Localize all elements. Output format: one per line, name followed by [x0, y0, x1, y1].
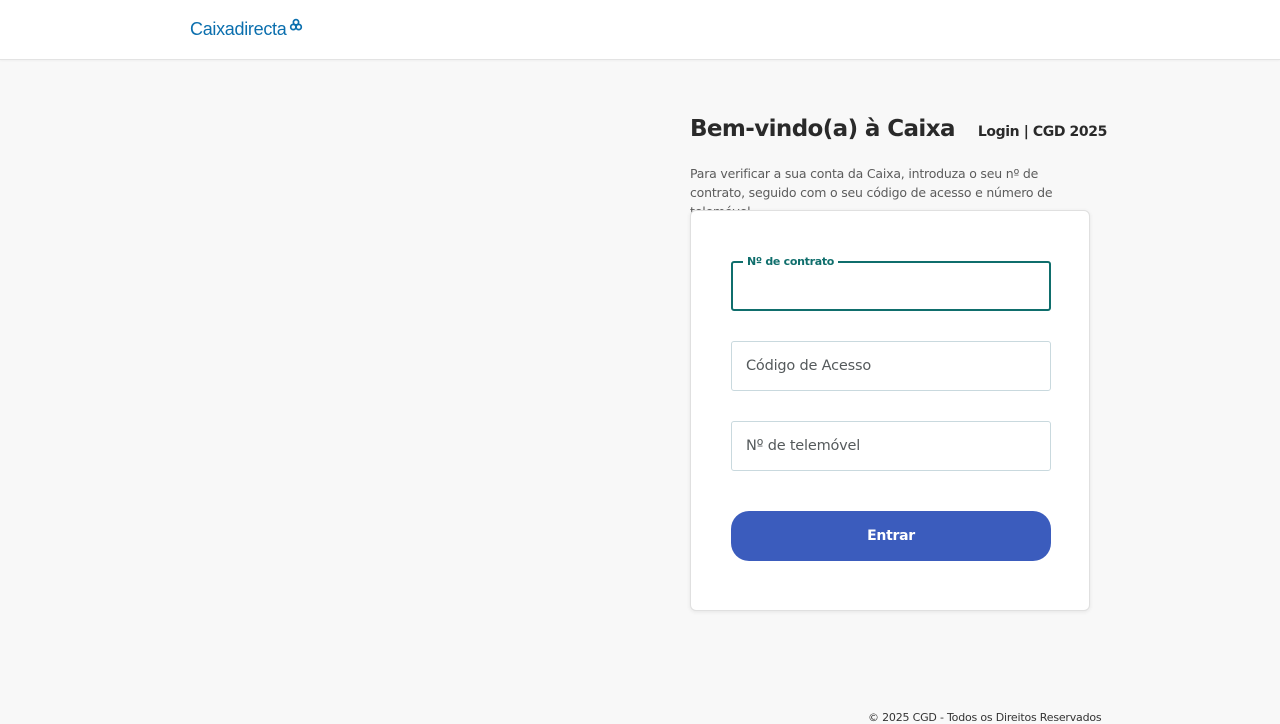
access-code-input[interactable]: [732, 342, 1050, 390]
contract-number-label: Nº de contrato: [743, 255, 839, 269]
top-header: Caixadirecta: [0, 0, 1280, 60]
phone-number-field: [731, 421, 1051, 471]
page-heading: Bem-vindo(a) à Caixa Login | CGD 2025: [690, 112, 1107, 146]
login-submit-button[interactable]: Entrar: [731, 511, 1051, 561]
footer-copyright: © 2025 CGD - Todos os Direitos Reservado…: [868, 711, 1102, 724]
caixa-logo-icon: [290, 18, 303, 31]
page-title: Bem-vindo(a) à Caixa: [690, 116, 955, 142]
welcome-section: Bem-vindo(a) à Caixa Login | CGD 2025 Pa…: [690, 112, 1107, 221]
page-subtitle: Login | CGD 2025: [977, 123, 1107, 140]
logo-text: Caixadirecta: [190, 19, 287, 39]
login-card: Nº de contrato Entrar: [690, 210, 1090, 611]
phone-number-input[interactable]: [732, 422, 1050, 470]
contract-number-input[interactable]: [733, 263, 1049, 309]
caixadirecta-logo[interactable]: Caixadirecta: [190, 17, 303, 41]
access-code-field: [731, 341, 1051, 391]
contract-number-field: Nº de contrato: [731, 255, 1051, 311]
